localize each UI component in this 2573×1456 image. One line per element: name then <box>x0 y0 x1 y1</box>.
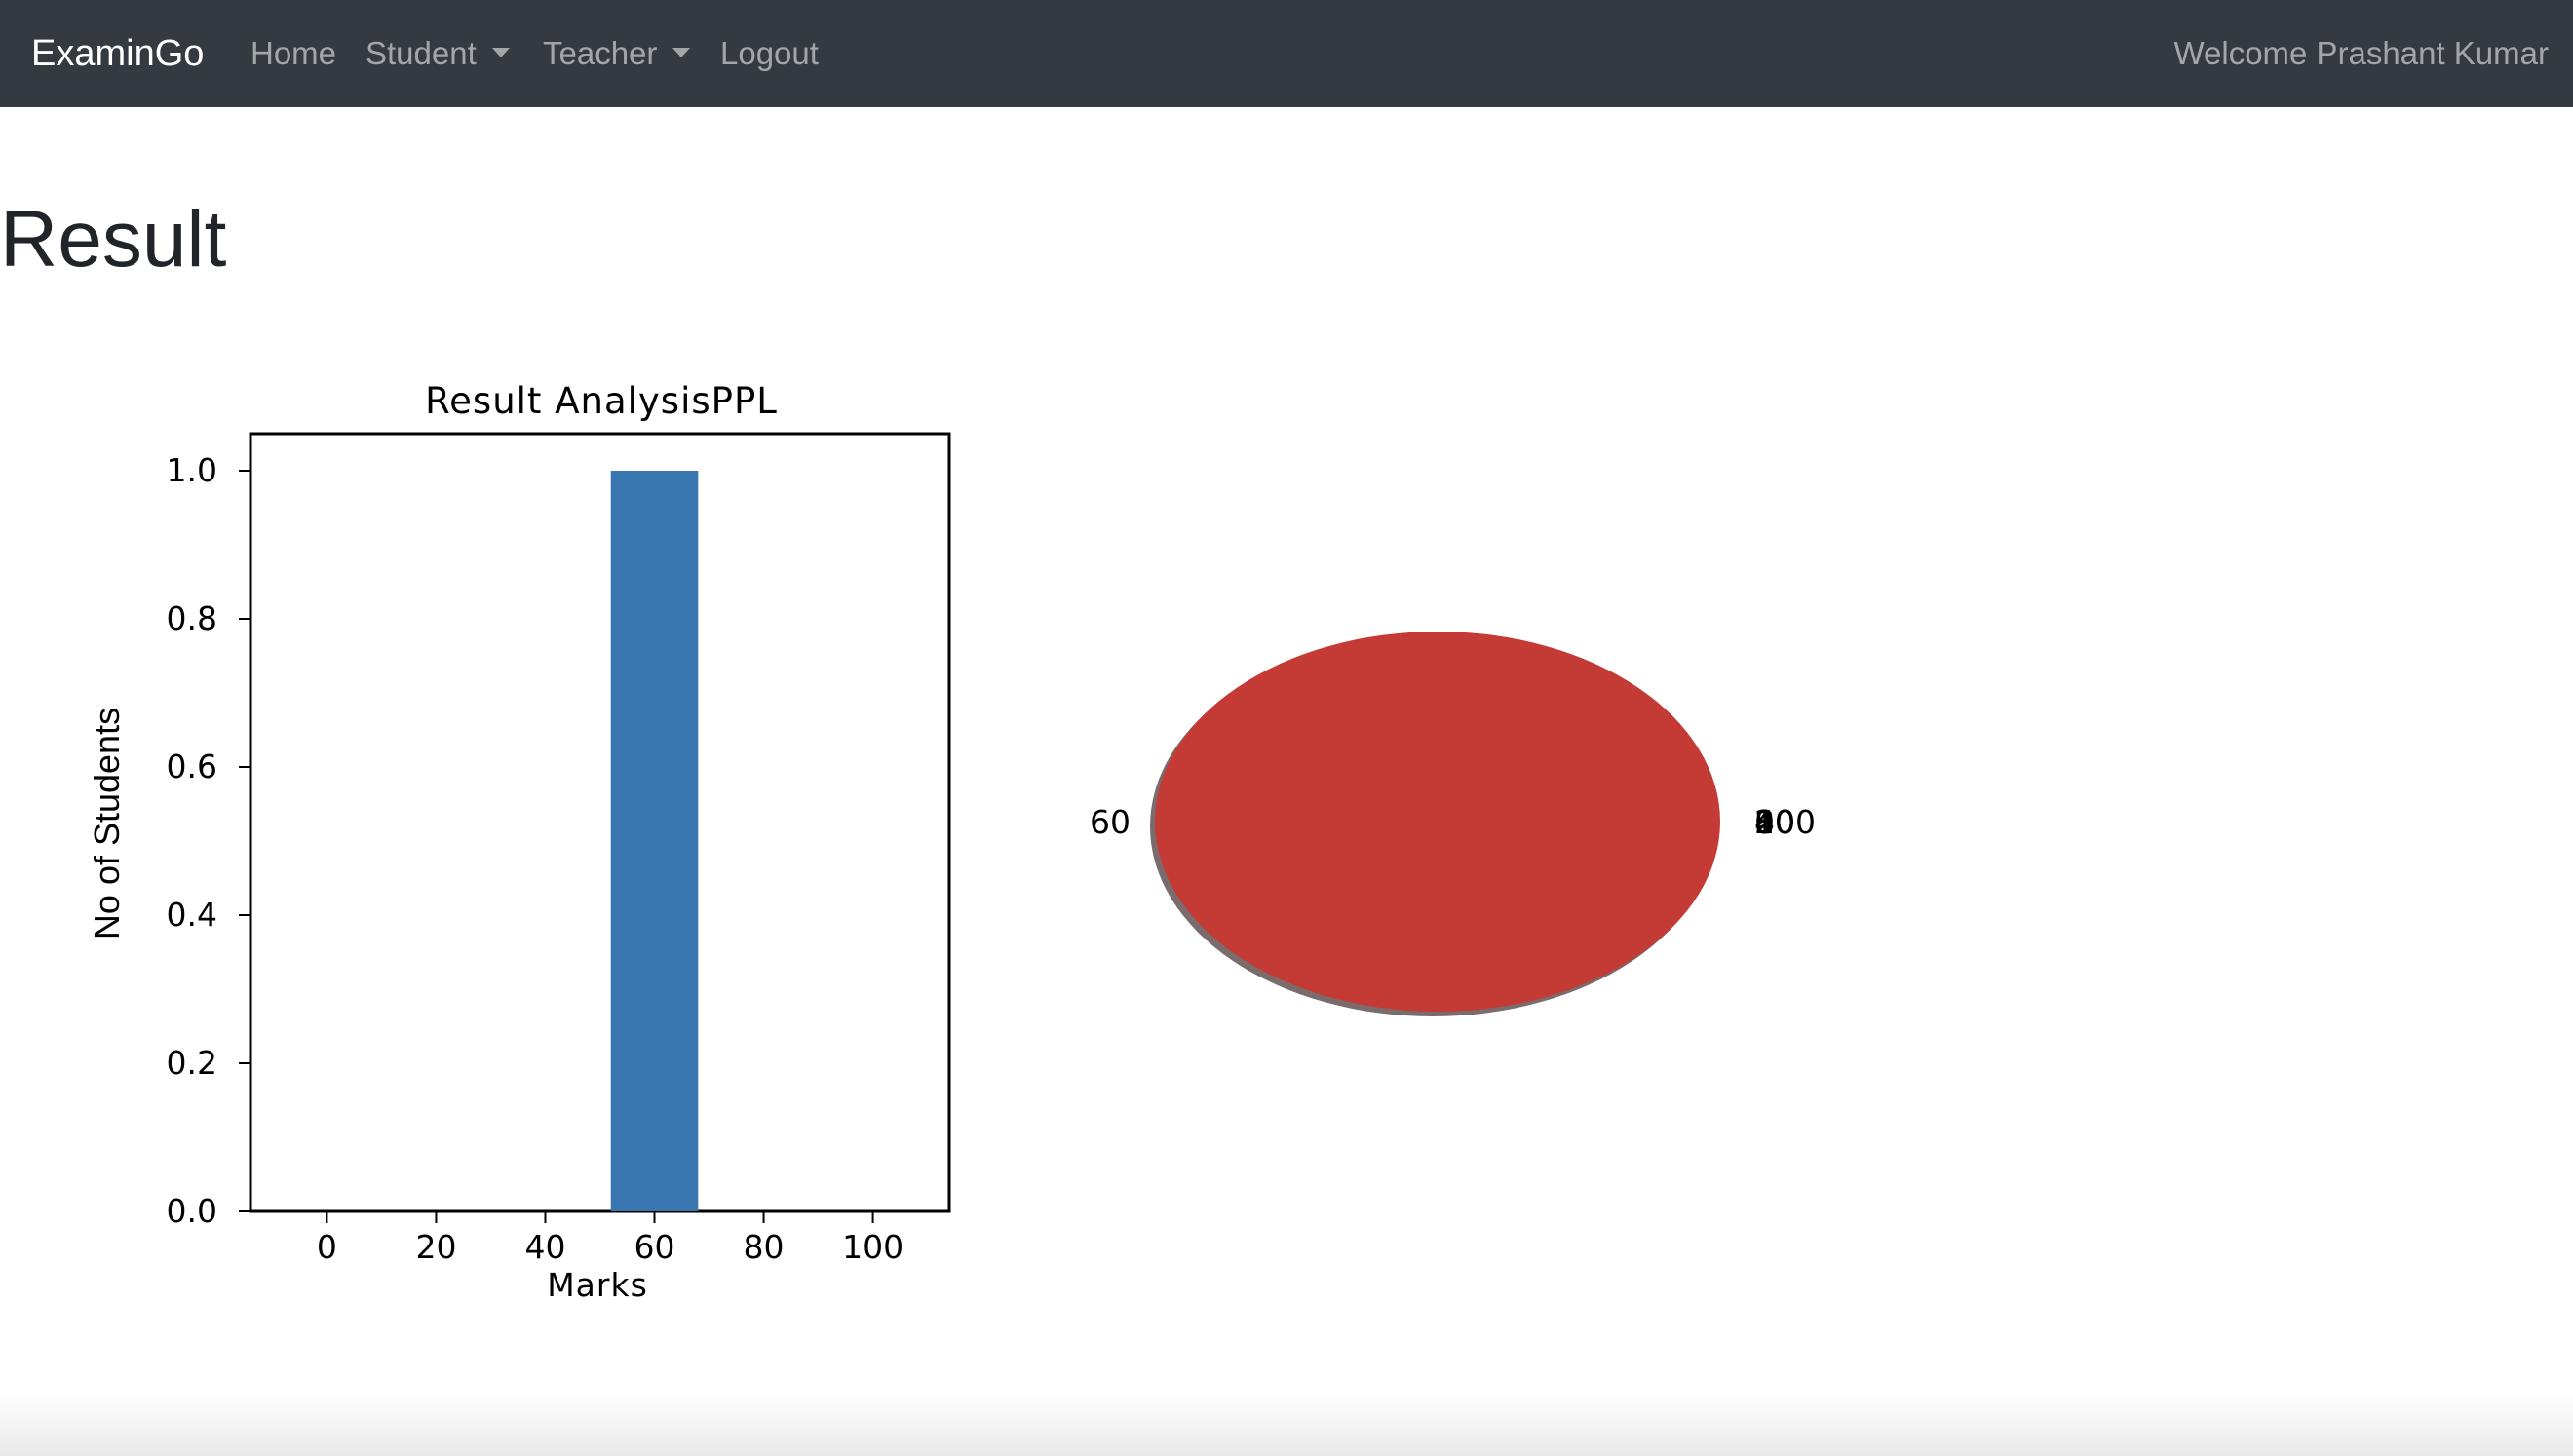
y-tick-label: 0.0 <box>167 1192 217 1230</box>
nav-logout-link[interactable]: Logout <box>720 0 819 107</box>
nav-teacher-label: Teacher <box>543 35 658 71</box>
bar-chart-title: Result AnalysisPPL <box>425 380 778 422</box>
bar-chart-xlabel: Marks <box>547 1266 648 1304</box>
pie-slice-label: 60 <box>1090 803 1131 841</box>
bottom-fade <box>0 1394 2573 1456</box>
bar-chart-plot-area <box>249 432 951 1213</box>
x-tick-label: 0 <box>317 1228 337 1266</box>
x-tick-label: 40 <box>524 1228 565 1266</box>
bar-chart-ticks: 0 20 40 60 80 100 0.0 0.2 0.4 0.6 0.8 1.0 <box>167 451 904 1266</box>
y-tick-label: 0.6 <box>167 747 217 785</box>
pie-slice <box>1155 632 1720 1012</box>
x-tick-label: 100 <box>842 1228 903 1266</box>
nav-teacher-dropdown[interactable]: Teacher <box>543 0 691 107</box>
page-title: Result <box>0 195 227 284</box>
bar-chart-ylabel: No of Students <box>87 708 127 939</box>
bar-chart-bars <box>610 471 699 1211</box>
y-tick-label: 0.4 <box>167 896 217 934</box>
pie-slice-label: 100 <box>1754 803 1816 841</box>
y-tick-label: 1.0 <box>167 451 217 489</box>
y-tick-label: 0.2 <box>167 1044 217 1082</box>
welcome-user-text: Welcome Prashant Kumar <box>2173 35 2549 71</box>
chevron-down-icon <box>491 48 510 58</box>
x-tick-label: 20 <box>415 1228 456 1266</box>
nav-student-dropdown[interactable]: Student <box>365 0 510 107</box>
bar-chart-bar <box>610 471 699 1211</box>
chevron-down-icon <box>672 48 691 58</box>
result-charts-image: Result AnalysisPPL 0 20 40 60 80 100 0.0 0.2 0.4… <box>87 380 1816 1304</box>
x-tick-label: 60 <box>634 1228 675 1266</box>
nav-home-link[interactable]: Home <box>250 0 336 107</box>
y-tick-label: 0.8 <box>167 599 217 637</box>
top-navbar: ExaminGo Home Student Teacher Logout Wel… <box>0 0 2573 107</box>
x-tick-label: 80 <box>744 1228 785 1266</box>
pie-chart: 60 0204080100 <box>1090 632 1816 1016</box>
brand-link[interactable]: ExaminGo <box>31 0 204 107</box>
nav-student-label: Student <box>365 35 477 71</box>
